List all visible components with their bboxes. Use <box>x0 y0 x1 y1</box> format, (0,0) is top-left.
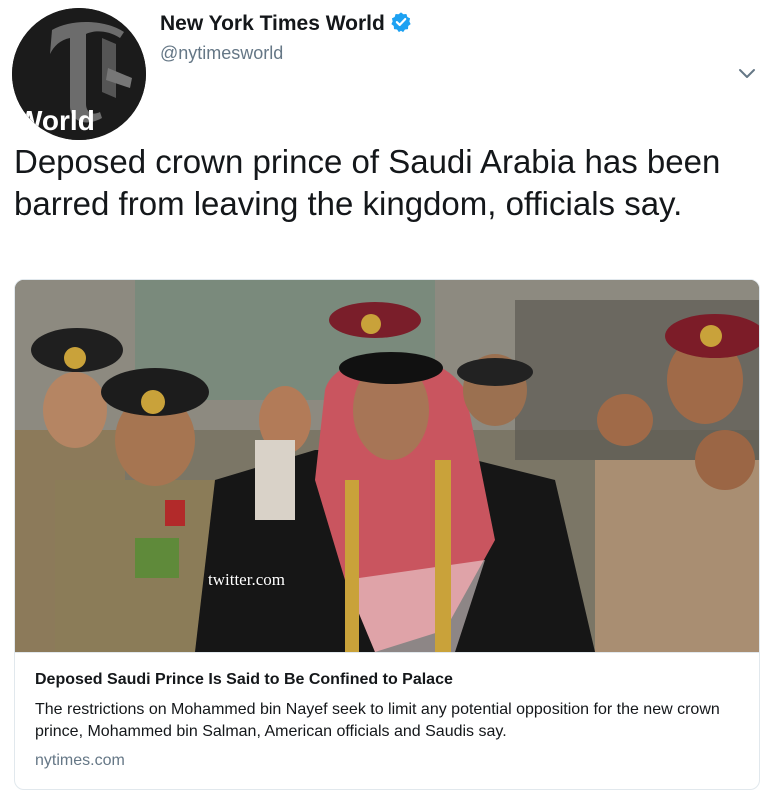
link-card[interactable]: twitter.com Deposed Saudi Prince Is Said… <box>14 279 760 790</box>
image-watermark: twitter.com <box>208 570 285 589</box>
avatar-world-text: World <box>16 105 95 136</box>
card-domain: nytimes.com <box>35 752 125 769</box>
author-name[interactable]: New York Times World <box>160 11 412 36</box>
author-name-text[interactable]: New York Times World <box>160 12 385 35</box>
tweet-text: Deposed crown prince of Saudi Arabia has… <box>14 143 721 222</box>
tweet: World New York Times World @nytimesworld… <box>0 0 774 800</box>
card-body[interactable]: Deposed Saudi Prince Is Said to Be Confi… <box>15 652 759 789</box>
author-handle[interactable]: @nytimesworld <box>160 43 283 64</box>
chevron-down-icon[interactable] <box>736 66 758 82</box>
avatar[interactable]: World <box>12 8 146 140</box>
card-image[interactable]: twitter.com <box>15 280 759 652</box>
nyt-world-logo: World <box>12 8 146 140</box>
card-title[interactable]: Deposed Saudi Prince Is Said to Be Confi… <box>35 670 741 690</box>
card-description: The restrictions on Mohammed bin Nayef s… <box>35 701 720 740</box>
verified-badge-icon <box>391 12 411 33</box>
card-photo <box>15 280 759 652</box>
